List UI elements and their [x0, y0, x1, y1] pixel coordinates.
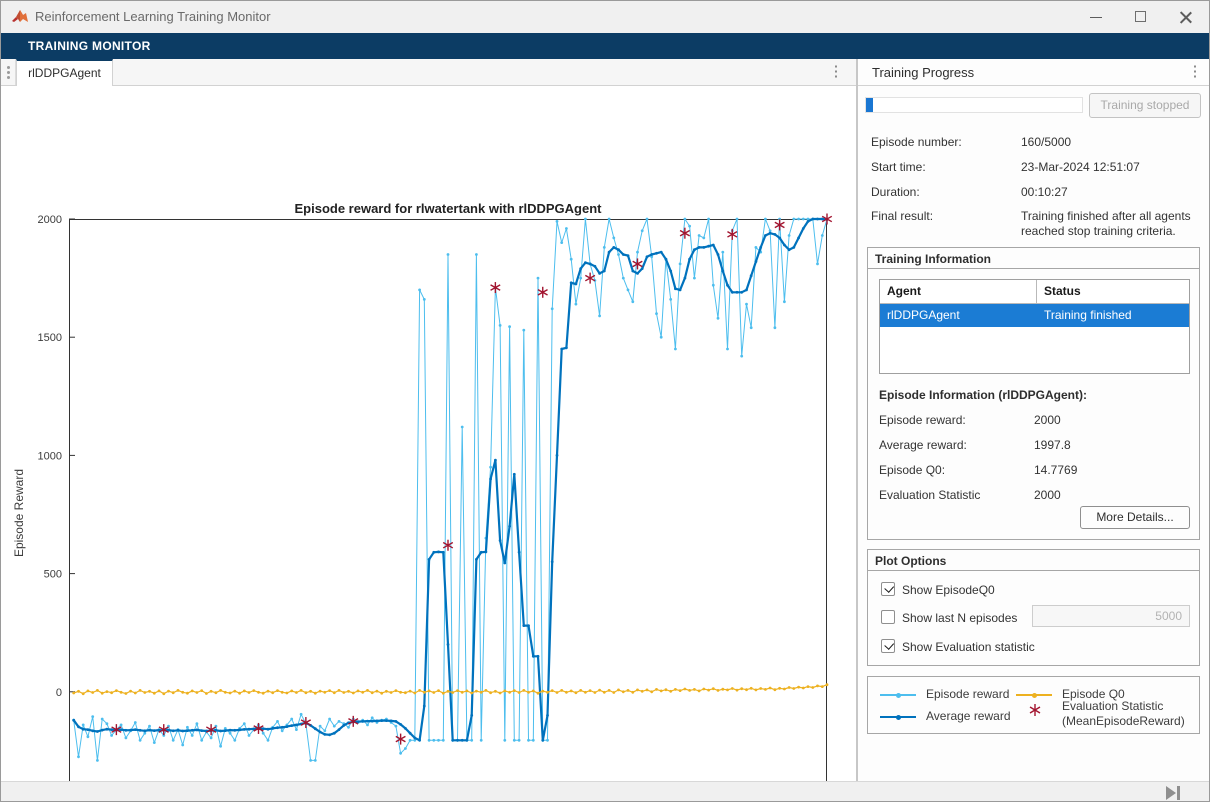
- last-n-episodes-input[interactable]: [1032, 605, 1190, 627]
- plot-options-group: Plot Options Show EpisodeQ0 Show last N …: [867, 549, 1200, 666]
- right-panel-title: Training Progress: [872, 65, 974, 80]
- title-bar: Reinforcement Learning Training Monitor: [1, 1, 1210, 33]
- close-button[interactable]: [1164, 1, 1208, 33]
- average-reward-line-icon: [880, 716, 916, 718]
- y-axis-label: Episode Reward: [12, 458, 26, 568]
- start-time-label: Start time:: [871, 160, 926, 174]
- svg-text:0: 0: [56, 687, 62, 699]
- checkbox-icon: [881, 582, 895, 596]
- table-row[interactable]: rlDDPGAgent Training finished: [880, 304, 1189, 327]
- episode-reward-value: 2000: [1034, 413, 1061, 427]
- show-evaluation-statistic-label: Show Evaluation statistic: [902, 640, 1035, 654]
- chart-panel-menu-icon[interactable]: ⋮: [827, 59, 845, 85]
- maximize-icon: [1135, 11, 1146, 22]
- average-reward-value: 1997.8: [1034, 438, 1071, 452]
- duration-value: 00:10:27: [1021, 185, 1209, 200]
- training-progress-bar: [865, 97, 1083, 113]
- panel-drag-handle[interactable]: [1, 59, 16, 85]
- status-column-header: Status: [1036, 280, 1189, 303]
- training-progress-panel: Training Progress ⋮ Training stopped Epi…: [858, 59, 1210, 781]
- training-stopped-button[interactable]: Training stopped: [1089, 93, 1201, 118]
- episode-q0-line-icon: [1016, 694, 1052, 696]
- maximize-button[interactable]: [1119, 1, 1163, 33]
- svg-text:1500: 1500: [38, 332, 62, 344]
- chart-title: Episode reward for rlwatertank with rlDD…: [69, 201, 827, 216]
- show-evaluation-statistic-checkbox[interactable]: Show Evaluation statistic: [881, 639, 1101, 655]
- start-time-value: 23-Mar-2024 12:51:07: [1021, 160, 1209, 175]
- episode-q0-label: Episode Q0:: [879, 463, 945, 477]
- agent-status-table: Agent Status rlDDPGAgent Training finish…: [879, 279, 1190, 374]
- final-result-label: Final result:: [871, 209, 933, 223]
- training-progress-fill: [866, 98, 873, 112]
- plot-options-title: Plot Options: [868, 550, 1199, 571]
- chart-panel: Episode reward for rlwatertank with rlDD…: [1, 86, 856, 781]
- legend-box: Episode reward Average reward Episode Q0…: [867, 676, 1200, 734]
- episode-number-value: 160/5000: [1021, 135, 1209, 150]
- status-cell: Training finished: [1036, 304, 1189, 327]
- more-details-button[interactable]: More Details...: [1080, 506, 1190, 529]
- final-result-value: Training finished after all agents reach…: [1021, 209, 1209, 239]
- window-title: Reinforcement Learning Training Monitor: [35, 9, 271, 24]
- grip-dots-icon: [7, 66, 10, 69]
- tab-rlddpgagent[interactable]: rlDDPGAgent: [16, 59, 113, 86]
- checkbox-icon: [881, 610, 895, 624]
- ribbon-tab-training-monitor[interactable]: TRAINING MONITOR: [28, 39, 151, 53]
- legend-label-line2: (MeanEpisodeReward): [1062, 714, 1185, 728]
- evaluation-statistic-value: 2000: [1034, 488, 1061, 502]
- episode-reward-line-icon: [880, 694, 916, 696]
- average-reward-row: Average reward: 1997.8: [879, 438, 1189, 452]
- right-panel-header: Training Progress ⋮: [858, 59, 1210, 86]
- status-bar: [1, 781, 1210, 802]
- show-episodeq0-checkbox[interactable]: Show EpisodeQ0: [881, 582, 1081, 598]
- matlab-logo-icon: [11, 8, 29, 26]
- table-header-row: Agent Status: [880, 280, 1189, 304]
- training-information-title: Training Information: [868, 248, 1199, 269]
- training-information-group: Training Information Agent Status rlDDPG…: [867, 247, 1200, 540]
- episode-number-label: Episode number:: [871, 135, 962, 149]
- episode-information-title: Episode Information (rlDDPGAgent):: [879, 388, 1087, 402]
- skip-to-end-icon[interactable]: [1161, 785, 1187, 801]
- show-last-n-episodes-label: Show last N episodes: [902, 611, 1017, 625]
- svg-text:2000: 2000: [38, 214, 62, 226]
- right-panel-menu-icon[interactable]: ⋮: [1186, 59, 1204, 85]
- evaluation-statistic-row: Evaluation Statistic 2000: [879, 488, 1189, 502]
- ribbon-toolstrip: TRAINING MONITOR: [1, 33, 1210, 59]
- svg-text:500: 500: [44, 569, 62, 581]
- duration-label: Duration:: [871, 185, 920, 199]
- close-icon: [1180, 11, 1192, 23]
- evaluation-statistic-asterisk-icon: [1028, 703, 1042, 717]
- legend-label-line1: Evaluation Statistic: [1062, 699, 1163, 713]
- agent-column-header: Agent: [880, 280, 1036, 303]
- agent-cell: rlDDPGAgent: [880, 304, 1036, 327]
- show-episodeq0-label: Show EpisodeQ0: [902, 583, 995, 597]
- episode-reward-label: Episode reward:: [879, 413, 966, 427]
- average-reward-label: Average reward:: [879, 438, 967, 452]
- episode-q0-row: Episode Q0: 14.7769: [879, 463, 1189, 477]
- episode-q0-value: 14.7769: [1034, 463, 1077, 477]
- app-window: Reinforcement Learning Training Monitor …: [0, 0, 1210, 802]
- minimize-button[interactable]: [1074, 1, 1118, 33]
- svg-text:1000: 1000: [38, 450, 62, 462]
- reward-chart: 020406080100120140160-500050010001500200…: [69, 219, 827, 802]
- legend-label: Episode reward: [926, 687, 1009, 701]
- evaluation-statistic-label: Evaluation Statistic: [879, 488, 980, 502]
- checkbox-icon: [881, 639, 895, 653]
- show-last-n-episodes-checkbox[interactable]: Show last N episodes: [881, 610, 1026, 626]
- minimize-icon: [1090, 17, 1102, 18]
- legend-label: Average reward: [926, 709, 1011, 723]
- episode-reward-row: Episode reward: 2000: [879, 413, 1189, 427]
